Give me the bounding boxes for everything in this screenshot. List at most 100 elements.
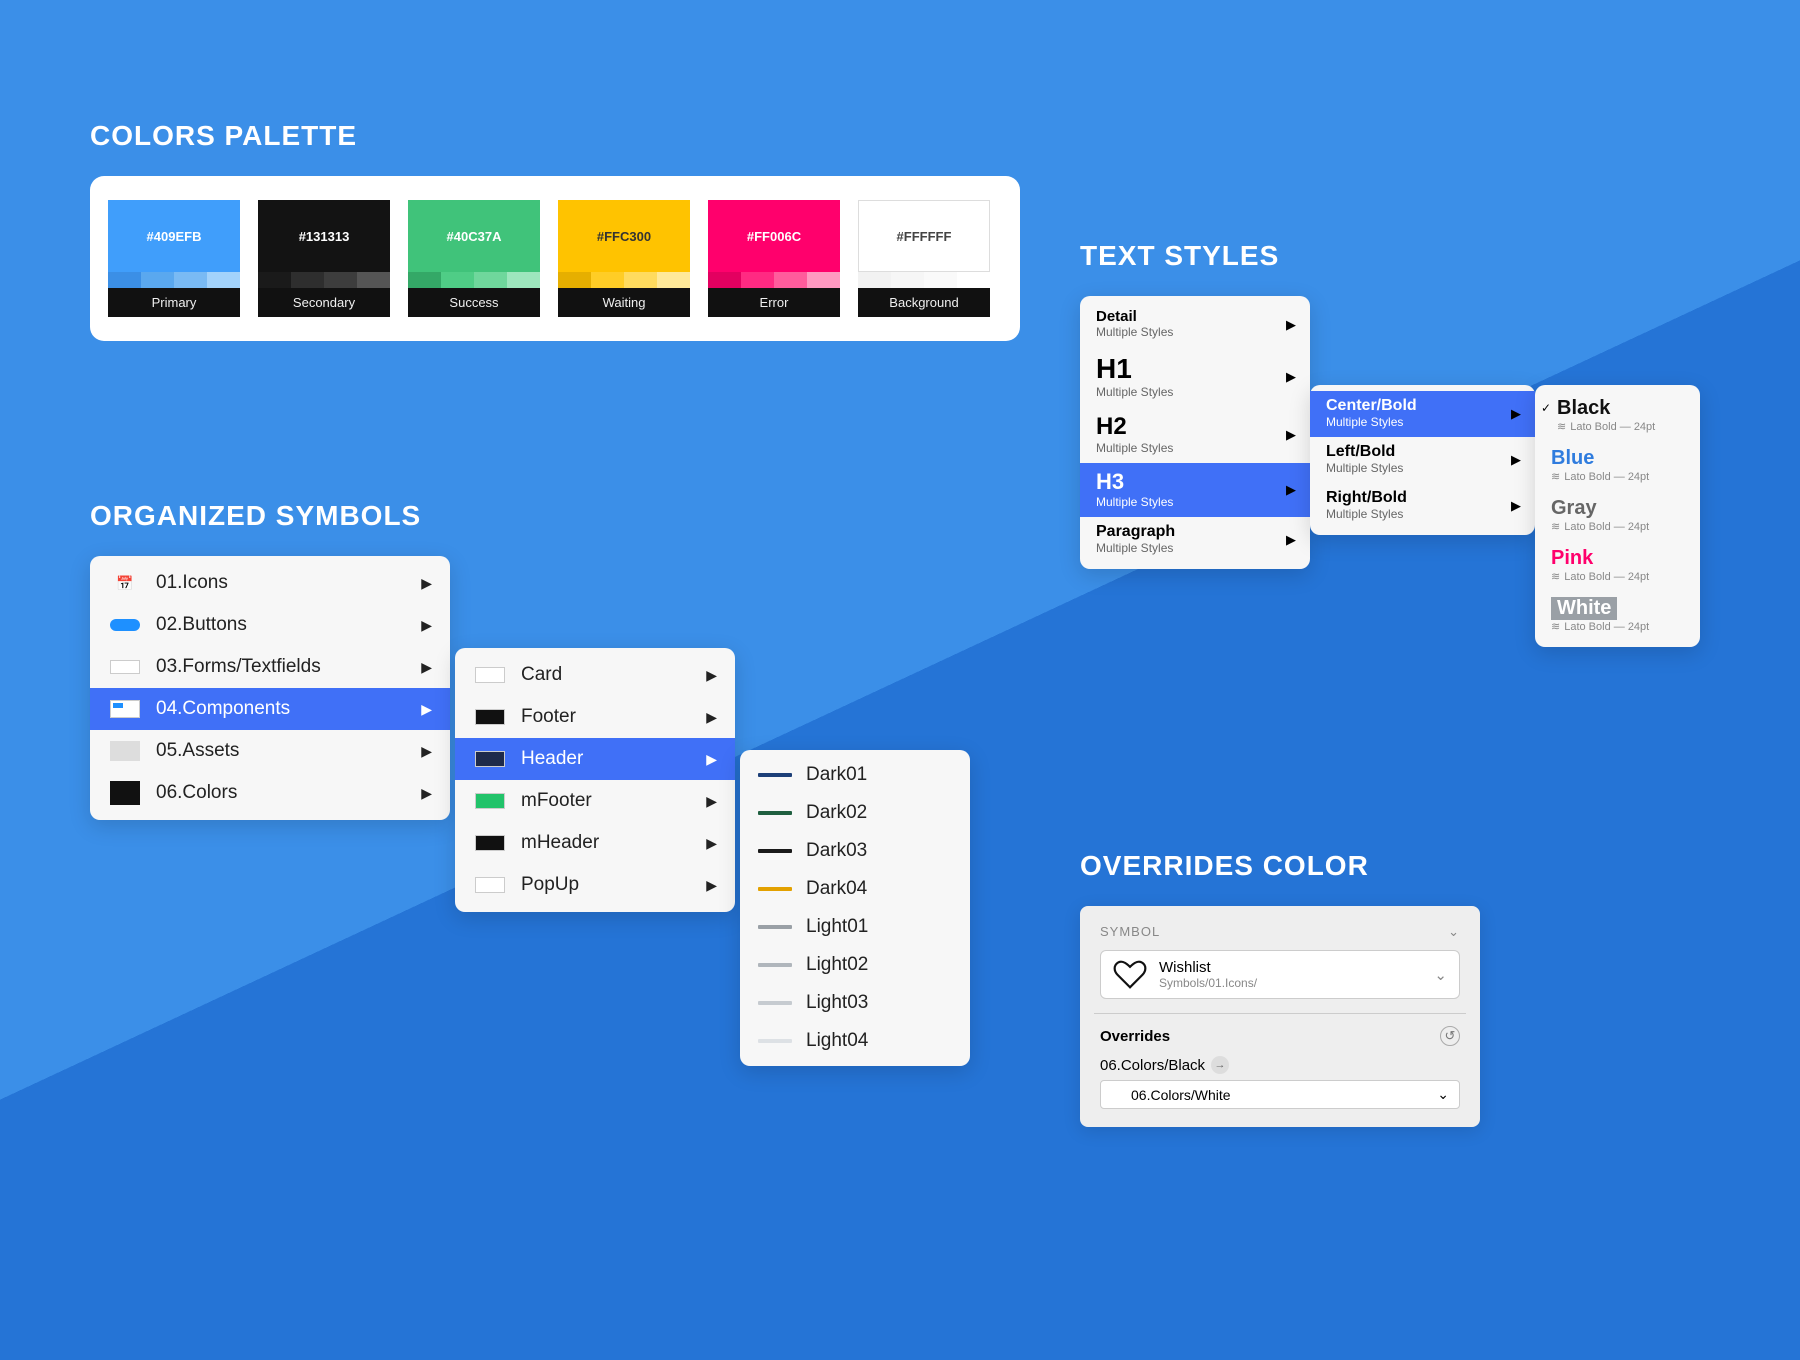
menu-item-icon: 📅 [108,571,142,595]
line-swatch-icon [758,963,792,967]
line-swatch-icon [758,887,792,891]
text-style-color-item[interactable]: Gray≋ Lato Bold — 24pt [1535,491,1700,541]
text-style-menu-item[interactable]: H3Multiple Styles▶ [1080,463,1310,517]
text-style-title: Center/Bold [1326,397,1519,415]
text-style-menu-item[interactable]: Center/BoldMultiple Styles▶ [1310,391,1535,437]
text-style-subtitle: ≋ Lato Bold — 24pt [1551,470,1684,483]
text-style-menu-item[interactable]: Left/BoldMultiple Styles▶ [1310,437,1535,483]
symbol-variant-item[interactable]: Dark04 [740,870,970,908]
symbol-variant-item[interactable]: Dark03 [740,832,970,870]
swatch-hex: #40C37A [408,200,540,272]
symbols-title: ORGANIZED SYMBOLS [90,500,450,532]
menu-item-label: Light03 [806,992,868,1014]
menu-item-label: mFooter [521,790,592,812]
line-swatch-icon [758,925,792,929]
menu-item-label: Header [521,748,583,770]
text-style-subtitle: Multiple Styles [1096,541,1294,555]
swatch-label: Error [708,288,840,317]
text-style-menu-item[interactable]: H2Multiple Styles▶ [1080,407,1310,463]
text-style-title: Left/Bold [1326,443,1519,461]
symbol-menu-item[interactable]: 04.Components▶ [90,688,450,730]
swatch-label: Waiting [558,288,690,317]
reset-icon[interactable]: ↺ [1440,1026,1460,1046]
chevron-right-icon: ▶ [421,617,432,634]
symbol-submenu-item[interactable]: PopUp ▶ [455,864,735,906]
symbol-menu-item[interactable]: 05.Assets▶ [90,730,450,772]
symbol-variant-item[interactable]: Light02 [740,946,970,984]
text-style-color-item[interactable]: ✓Black≋ Lato Bold — 24pt [1535,391,1700,441]
swatch-hex: #409EFB [108,200,240,272]
text-styles-title: TEXT STYLES [1080,240,1310,272]
layers-icon: ≋ [1551,620,1560,633]
symbol-variant-item[interactable]: Dark01 [740,756,970,794]
text-style-title: Black [1557,397,1684,420]
text-style-menu-item[interactable]: Right/BoldMultiple Styles▶ [1310,483,1535,529]
symbol-menu-item[interactable]: 06.Colors▶ [90,772,450,814]
swatch-shades [258,272,390,288]
line-swatch-icon [758,1001,792,1005]
text-style-subtitle: Multiple Styles [1096,385,1294,399]
swatch-shades [108,272,240,288]
swatch-hex: #FF006C [708,200,840,272]
symbol-variant-item[interactable]: Light04 [740,1022,970,1060]
menu-item-label: mHeader [521,832,599,854]
text-style-color-item[interactable]: Pink≋ Lato Bold — 24pt [1535,541,1700,591]
overrides-symbol-info: Wishlist Symbols/01.Icons/ [1159,959,1257,990]
text-style-menu-item[interactable]: DetailMultiple Styles▶ [1080,302,1310,347]
check-icon: ✓ [1541,401,1551,415]
overrides-symbol-select[interactable]: Wishlist Symbols/01.Icons/ ⌄ [1100,950,1460,999]
text-style-color-item[interactable]: White≋ Lato Bold — 24pt [1535,591,1700,641]
menu-item-icon [473,831,507,855]
chevron-right-icon: ▶ [1511,406,1521,422]
chevron-right-icon: ▶ [706,877,717,894]
chevron-right-icon: ▶ [706,751,717,768]
chevron-right-icon: ▶ [1286,482,1296,498]
chevron-down-icon[interactable]: ⌄ [1448,924,1460,940]
symbol-menu-item[interactable]: 📅01.Icons▶ [90,562,450,604]
symbol-submenu-item[interactable]: mHeader▶ [455,822,735,864]
symbol-submenu-item[interactable]: Footer▶ [455,696,735,738]
line-swatch-icon [758,1039,792,1043]
text-style-color-item[interactable]: Blue≋ Lato Bold — 24pt [1535,441,1700,491]
colors-palette-section: COLORS PALETTE #409EFBPrimary#131313Seco… [90,120,1020,341]
chevron-right-icon: ▶ [421,575,432,592]
chevron-right-icon: ▶ [421,743,432,760]
overrides-panel: SYMBOL ⌄ Wishlist Symbols/01.Icons/ ⌄ Ov… [1080,906,1480,1127]
menu-item-label: Dark02 [806,802,867,824]
symbol-menu-item[interactable]: 03.Forms/Textfields ▶ [90,646,450,688]
menu-item-icon [108,655,142,679]
chevron-right-icon: ▶ [706,793,717,810]
symbol-variant-item[interactable]: Dark02 [740,794,970,832]
chevron-right-icon: ▶ [1286,369,1296,385]
menu-item-icon [108,613,142,637]
menu-item-label: Light01 [806,916,868,938]
symbol-variant-item[interactable]: Light03 [740,984,970,1022]
swatch-hex: #131313 [258,200,390,272]
text-style-subtitle: ≋ Lato Bold — 24pt [1551,620,1684,633]
symbol-variant-item[interactable]: Light01 [740,908,970,946]
text-style-menu-item[interactable]: ParagraphMultiple Styles▶ [1080,517,1310,563]
menu-item-label: 03.Forms/Textfields [156,656,321,678]
heart-icon [1113,960,1147,990]
text-style-subtitle: Multiple Styles [1326,507,1519,521]
chevron-right-icon: ▶ [421,659,432,676]
overrides-symbol-header: SYMBOL ⌄ [1100,924,1460,940]
menu-item-label: PopUp [521,874,579,896]
text-style-menu-item[interactable]: H1Multiple Styles▶ [1080,347,1310,407]
symbol-submenu-item[interactable]: mFooter ▶ [455,780,735,822]
chevron-right-icon: ▶ [421,701,432,718]
overrides-color-value: 06.Colors/White [1111,1087,1231,1103]
symbol-menu-item[interactable]: 02.Buttons▶ [90,604,450,646]
arrow-right-icon[interactable]: → [1211,1056,1229,1074]
line-swatch-icon [758,849,792,853]
symbol-submenu-item[interactable]: Header ▶ [455,738,735,780]
color-swatch: #40C37ASuccess [408,200,540,317]
overrides-symbol-label: SYMBOL [1100,924,1160,940]
text-style-title: Paragraph [1096,523,1294,541]
symbol-submenu-item[interactable]: Card▶ [455,654,735,696]
overrides-color-select[interactable]: 06.Colors/White ⌄ [1100,1080,1460,1109]
layers-icon: ≋ [1557,420,1566,433]
overrides-symbol-name: Wishlist [1159,959,1257,976]
menu-item-icon [473,663,507,687]
line-swatch-icon [758,773,792,777]
